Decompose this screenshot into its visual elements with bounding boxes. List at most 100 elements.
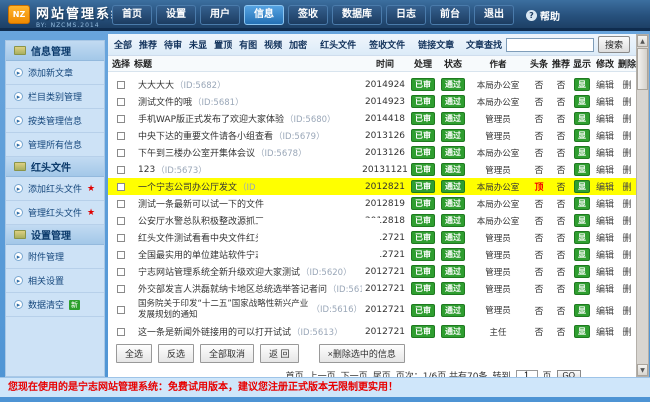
row-recommend-flag[interactable]: 否	[550, 246, 572, 263]
row-headline-flag[interactable]: 否	[528, 297, 550, 323]
status-badge[interactable]: 通过	[441, 304, 465, 317]
row-headline-flag[interactable]: 否	[528, 110, 550, 127]
sidebar-section-设置管理[interactable]: 设置管理	[6, 225, 104, 245]
edit-link[interactable]: 编辑	[592, 93, 618, 110]
row-checkbox[interactable]	[117, 285, 125, 293]
display-badge[interactable]: 显	[574, 231, 590, 244]
row-checkbox[interactable]	[117, 149, 125, 157]
nav-tab-用户[interactable]: 用户	[200, 5, 240, 25]
filter-签收文件[interactable]: 签收文件	[369, 38, 405, 51]
filter-视频[interactable]: 视频	[264, 38, 282, 51]
nav-tab-设置[interactable]: 设置	[156, 5, 196, 25]
row-recommend-flag[interactable]: 否	[550, 195, 572, 212]
display-badge[interactable]: 显	[574, 282, 590, 295]
status-badge[interactable]: 通过	[441, 78, 465, 91]
nav-tab-信息[interactable]: 信息	[244, 5, 284, 25]
row-checkbox[interactable]	[117, 234, 125, 242]
status-badge[interactable]: 通过	[441, 112, 465, 125]
go-button[interactable]: GO	[557, 370, 581, 378]
search-input[interactable]	[506, 38, 594, 52]
edit-link[interactable]: 编辑	[592, 263, 618, 280]
row-headline-flag[interactable]: 否	[528, 127, 550, 144]
row-headline-flag[interactable]: 顶	[528, 178, 550, 195]
search-button[interactable]: 搜索	[598, 36, 630, 53]
filter-红头文件[interactable]: 红头文件	[320, 38, 356, 51]
nav-tab-首页[interactable]: 首页	[112, 5, 152, 25]
delete-link[interactable]: 删	[618, 323, 636, 340]
sidebar-section-红头文件[interactable]: 红头文件	[6, 157, 104, 177]
process-badge[interactable]: 已审	[411, 304, 435, 317]
action-button-全部取消[interactable]: 全部取消	[200, 344, 254, 363]
status-badge[interactable]: 通过	[441, 231, 465, 244]
action-button-全选[interactable]: 全选	[116, 344, 152, 363]
edit-link[interactable]: 编辑	[592, 280, 618, 297]
sidebar-item-管理红头文件[interactable]: ▸管理红头文件★	[6, 201, 104, 225]
filter-加密[interactable]: 加密	[289, 38, 307, 51]
row-checkbox[interactable]	[117, 115, 125, 123]
process-badge[interactable]: 已审	[411, 265, 435, 278]
process-badge[interactable]: 已审	[411, 282, 435, 295]
status-badge[interactable]: 通过	[441, 95, 465, 108]
process-badge[interactable]: 已审	[411, 180, 435, 193]
display-badge[interactable]: 显	[574, 95, 590, 108]
edit-link[interactable]: 编辑	[592, 76, 618, 93]
action-button-×删除选中的信息[interactable]: ×删除选中的信息	[319, 344, 405, 363]
article-title[interactable]: 国务院关于印发“十二五”国家战略性新兴产业发展规划的通知	[138, 299, 310, 321]
process-badge[interactable]: 已审	[411, 325, 435, 338]
article-title[interactable]: 123	[138, 165, 155, 175]
article-title[interactable]: 公安厅水警总队积极整改源抓工	[138, 214, 264, 227]
row-checkbox[interactable]	[117, 200, 125, 208]
edit-link[interactable]: 编辑	[592, 144, 618, 161]
row-headline-flag[interactable]: 否	[528, 280, 550, 297]
filter-待审[interactable]: 待审	[164, 38, 182, 51]
filter-链接文章[interactable]: 链接文章	[418, 38, 454, 51]
display-badge[interactable]: 显	[574, 214, 590, 227]
article-title[interactable]: 一个宁志公司办公厅发文	[138, 180, 237, 193]
sidebar-item-相关设置[interactable]: ▸相关设置	[6, 269, 104, 293]
status-badge[interactable]: 通过	[441, 265, 465, 278]
row-checkbox[interactable]	[117, 251, 125, 259]
delete-link[interactable]: 删	[618, 178, 636, 195]
row-checkbox[interactable]	[117, 268, 125, 276]
row-recommend-flag[interactable]: 否	[550, 229, 572, 246]
row-headline-flag[interactable]: 否	[528, 144, 550, 161]
delete-link[interactable]: 删	[618, 76, 636, 93]
row-headline-flag[interactable]: 否	[528, 93, 550, 110]
action-button-返 回[interactable]: 返 回	[260, 344, 299, 363]
row-headline-flag[interactable]: 否	[528, 323, 550, 340]
row-recommend-flag[interactable]: 否	[550, 110, 572, 127]
goto-page-input[interactable]	[516, 370, 538, 378]
delete-link[interactable]: 删	[618, 195, 636, 212]
page-link-上一页[interactable]: 上一页	[309, 369, 336, 378]
delete-link[interactable]: 删	[618, 212, 636, 229]
row-headline-flag[interactable]: 否	[528, 246, 550, 263]
display-badge[interactable]: 显	[574, 146, 590, 159]
delete-link[interactable]: 删	[618, 246, 636, 263]
article-title[interactable]: 测试一条最新可以试一下的文件	[138, 197, 264, 210]
row-recommend-flag[interactable]: 否	[550, 280, 572, 297]
process-badge[interactable]: 已审	[411, 112, 435, 125]
edit-link[interactable]: 编辑	[592, 246, 618, 263]
row-headline-flag[interactable]: 否	[528, 229, 550, 246]
edit-link[interactable]: 编辑	[592, 229, 618, 246]
row-recommend-flag[interactable]: 否	[550, 93, 572, 110]
delete-link[interactable]: 删	[618, 263, 636, 280]
display-badge[interactable]: 显	[574, 325, 590, 338]
scroll-up-icon[interactable]: ▲	[637, 35, 648, 47]
status-badge[interactable]: 通过	[441, 214, 465, 227]
status-badge[interactable]: 通过	[441, 325, 465, 338]
row-headline-flag[interactable]: 否	[528, 212, 550, 229]
process-badge[interactable]: 已审	[411, 231, 435, 244]
sidebar-item-附件管理[interactable]: ▸附件管理	[6, 245, 104, 269]
row-checkbox[interactable]	[117, 328, 125, 336]
row-recommend-flag[interactable]: 否	[550, 76, 572, 93]
delete-link[interactable]: 删	[618, 229, 636, 246]
display-badge[interactable]: 显	[574, 248, 590, 261]
process-badge[interactable]: 已审	[411, 248, 435, 261]
sidebar-item-按类管理信息[interactable]: ▸按类管理信息	[6, 109, 104, 133]
display-badge[interactable]: 显	[574, 265, 590, 278]
row-checkbox[interactable]	[117, 306, 125, 314]
sidebar-item-栏目类别管理[interactable]: ▸栏目类别管理	[6, 85, 104, 109]
status-badge[interactable]: 通过	[441, 248, 465, 261]
row-headline-flag[interactable]: 否	[528, 263, 550, 280]
